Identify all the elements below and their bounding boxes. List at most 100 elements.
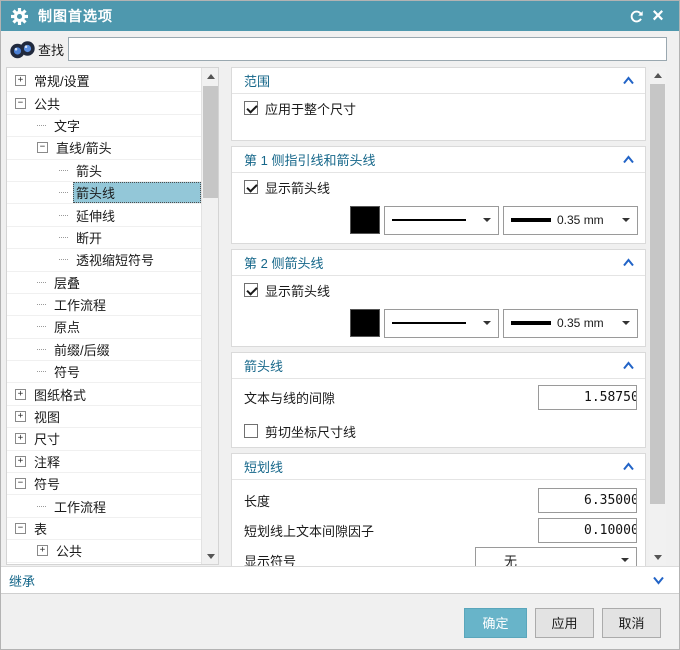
apply-entire-dimension-checkbox[interactable] bbox=[244, 101, 258, 115]
search-input[interactable] bbox=[68, 37, 667, 61]
line-style-dropdown[interactable] bbox=[384, 206, 499, 235]
tree-item[interactable]: 透视缩短符号 bbox=[7, 249, 201, 271]
search-label: 查找 bbox=[38, 40, 64, 59]
scroll-down-icon[interactable] bbox=[202, 548, 219, 564]
chevron-up-icon[interactable] bbox=[622, 155, 635, 164]
tree-item[interactable]: −表 bbox=[7, 518, 201, 540]
preferences-panel: 范围 应用于整个尺寸 第 1 侧指引线和箭头线 显示箭头线 bbox=[231, 67, 646, 566]
tree-item-label: 层叠 bbox=[51, 272, 201, 293]
section-side2: 第 2 侧箭头线 显示箭头线 0.35 mm bbox=[231, 249, 646, 347]
tree-item-label: 注释 bbox=[31, 451, 201, 472]
panel-scroll-thumb[interactable] bbox=[650, 84, 665, 504]
expand-icon[interactable]: + bbox=[15, 75, 26, 86]
chevron-up-icon[interactable] bbox=[622, 76, 635, 85]
tree-item[interactable]: 箭头线 bbox=[7, 182, 201, 204]
cancel-button[interactable]: 取消 bbox=[602, 608, 661, 638]
chevron-down-icon[interactable] bbox=[652, 576, 665, 585]
tree-item[interactable]: +尺寸 bbox=[7, 428, 201, 450]
tree-item[interactable]: 工作流程 bbox=[7, 495, 201, 517]
collapse-icon[interactable]: − bbox=[15, 523, 26, 534]
dropdown-arrow-icon bbox=[483, 321, 491, 325]
section-stub-header[interactable]: 短划线 bbox=[232, 454, 645, 480]
tree-scrollbar[interactable] bbox=[201, 68, 218, 564]
line-width-dropdown[interactable]: 0.35 mm bbox=[503, 309, 638, 338]
section-side1-header[interactable]: 第 1 侧指引线和箭头线 bbox=[232, 147, 645, 173]
stub-length-input[interactable] bbox=[538, 488, 637, 513]
clip-ordinate-checkbox[interactable] bbox=[244, 424, 258, 438]
panel-scrollbar[interactable] bbox=[649, 67, 666, 565]
reset-button[interactable] bbox=[625, 5, 647, 27]
tree-item[interactable]: 符号 bbox=[7, 361, 201, 383]
tree-item-label: 延伸线 bbox=[73, 205, 201, 226]
scroll-down-icon[interactable] bbox=[649, 549, 666, 565]
section-range: 范围 应用于整个尺寸 bbox=[231, 67, 646, 141]
apply-button[interactable]: 应用 bbox=[535, 608, 594, 638]
show-arrowline-checkbox[interactable] bbox=[244, 180, 258, 194]
binoculars-icon bbox=[9, 39, 36, 60]
ok-button[interactable]: 确定 bbox=[464, 608, 527, 638]
tree-item[interactable]: +视图 bbox=[7, 406, 201, 428]
chevron-up-icon[interactable] bbox=[622, 258, 635, 267]
tree-connector bbox=[37, 506, 46, 507]
tree-item[interactable]: 延伸线 bbox=[7, 204, 201, 226]
tree-item[interactable]: 原点 bbox=[7, 316, 201, 338]
tree-item[interactable]: 文字 bbox=[7, 115, 201, 137]
tree-item[interactable]: 工作流程 bbox=[7, 294, 201, 316]
settings-tree: +常规/设置−公共文字−直线/箭头箭头箭头线延伸线断开透视缩短符号层叠工作流程原… bbox=[6, 67, 219, 565]
collapse-icon[interactable]: − bbox=[37, 142, 48, 153]
tree-item[interactable]: + 常规/设置 bbox=[7, 70, 201, 92]
close-icon[interactable]: × bbox=[647, 5, 669, 27]
tree-item-label: 常规/设置 bbox=[31, 70, 201, 91]
expand-icon[interactable]: + bbox=[37, 545, 48, 556]
tree-item[interactable]: −符号 bbox=[7, 473, 201, 495]
section-arrowline: 箭头线 文本与线的间隙 剪切坐标尺寸线 bbox=[231, 352, 646, 448]
chevron-up-icon[interactable] bbox=[622, 361, 635, 370]
scroll-up-icon[interactable] bbox=[202, 68, 219, 84]
tree-connector bbox=[59, 237, 68, 238]
display-symbol-dropdown[interactable]: 无 bbox=[475, 547, 637, 566]
collapse-icon[interactable]: − bbox=[15, 478, 26, 489]
collapse-icon[interactable]: − bbox=[15, 98, 26, 109]
inherit-section-header[interactable]: 继承 bbox=[1, 566, 679, 594]
tree-item[interactable]: 前缀/后缀 bbox=[7, 339, 201, 361]
text-line-gap-input[interactable] bbox=[538, 385, 637, 410]
tree-item-label: 箭头线 bbox=[73, 182, 201, 203]
dialog-title: 制图首选项 bbox=[38, 6, 113, 26]
checkbox-label: 显示箭头线 bbox=[265, 281, 330, 300]
show-arrowline-row: 显示箭头线 bbox=[232, 276, 645, 304]
tree-item[interactable]: +公共 bbox=[7, 540, 201, 562]
display-symbol-value: 无 bbox=[504, 551, 517, 567]
tree-item[interactable]: 箭头 bbox=[7, 160, 201, 182]
section-title: 短划线 bbox=[244, 457, 283, 476]
expand-icon[interactable]: + bbox=[15, 433, 26, 444]
line-style-dropdown[interactable] bbox=[384, 309, 499, 338]
section-arrowline-header[interactable]: 箭头线 bbox=[232, 353, 645, 379]
section-range-header[interactable]: 范围 bbox=[232, 68, 645, 94]
line-width-dropdown[interactable]: 0.35 mm bbox=[503, 206, 638, 235]
tree-item[interactable]: 层叠 bbox=[7, 272, 201, 294]
tree-item-label: 符号 bbox=[31, 473, 201, 494]
scroll-up-icon[interactable] bbox=[649, 67, 666, 83]
show-arrowline-checkbox[interactable] bbox=[244, 283, 258, 297]
tree-item[interactable]: +图纸格式 bbox=[7, 383, 201, 405]
expand-icon[interactable]: + bbox=[15, 389, 26, 400]
expand-icon[interactable]: + bbox=[15, 456, 26, 467]
tree-item[interactable]: 断开 bbox=[7, 227, 201, 249]
tree-scroll-thumb[interactable] bbox=[203, 86, 218, 198]
tree-item-label: 原点 bbox=[51, 316, 201, 337]
section-side2-header[interactable]: 第 2 侧箭头线 bbox=[232, 250, 645, 276]
thick-line-sample bbox=[511, 321, 551, 325]
expand-icon[interactable]: + bbox=[15, 411, 26, 422]
tree-connector bbox=[59, 170, 68, 171]
color-swatch[interactable] bbox=[350, 309, 380, 337]
tree-item[interactable]: −直线/箭头 bbox=[7, 137, 201, 159]
tree-item[interactable]: −公共 bbox=[7, 92, 201, 114]
apply-entire-dimension-row: 应用于整个尺寸 bbox=[232, 94, 645, 122]
dropdown-arrow-icon bbox=[622, 321, 630, 325]
text-gap-factor-input[interactable] bbox=[538, 518, 637, 543]
tree-connector bbox=[37, 371, 46, 372]
color-swatch[interactable] bbox=[350, 206, 380, 234]
tree-item[interactable]: + 注释 bbox=[7, 451, 201, 473]
dropdown-arrow-icon bbox=[621, 558, 629, 562]
chevron-up-icon[interactable] bbox=[622, 462, 635, 471]
